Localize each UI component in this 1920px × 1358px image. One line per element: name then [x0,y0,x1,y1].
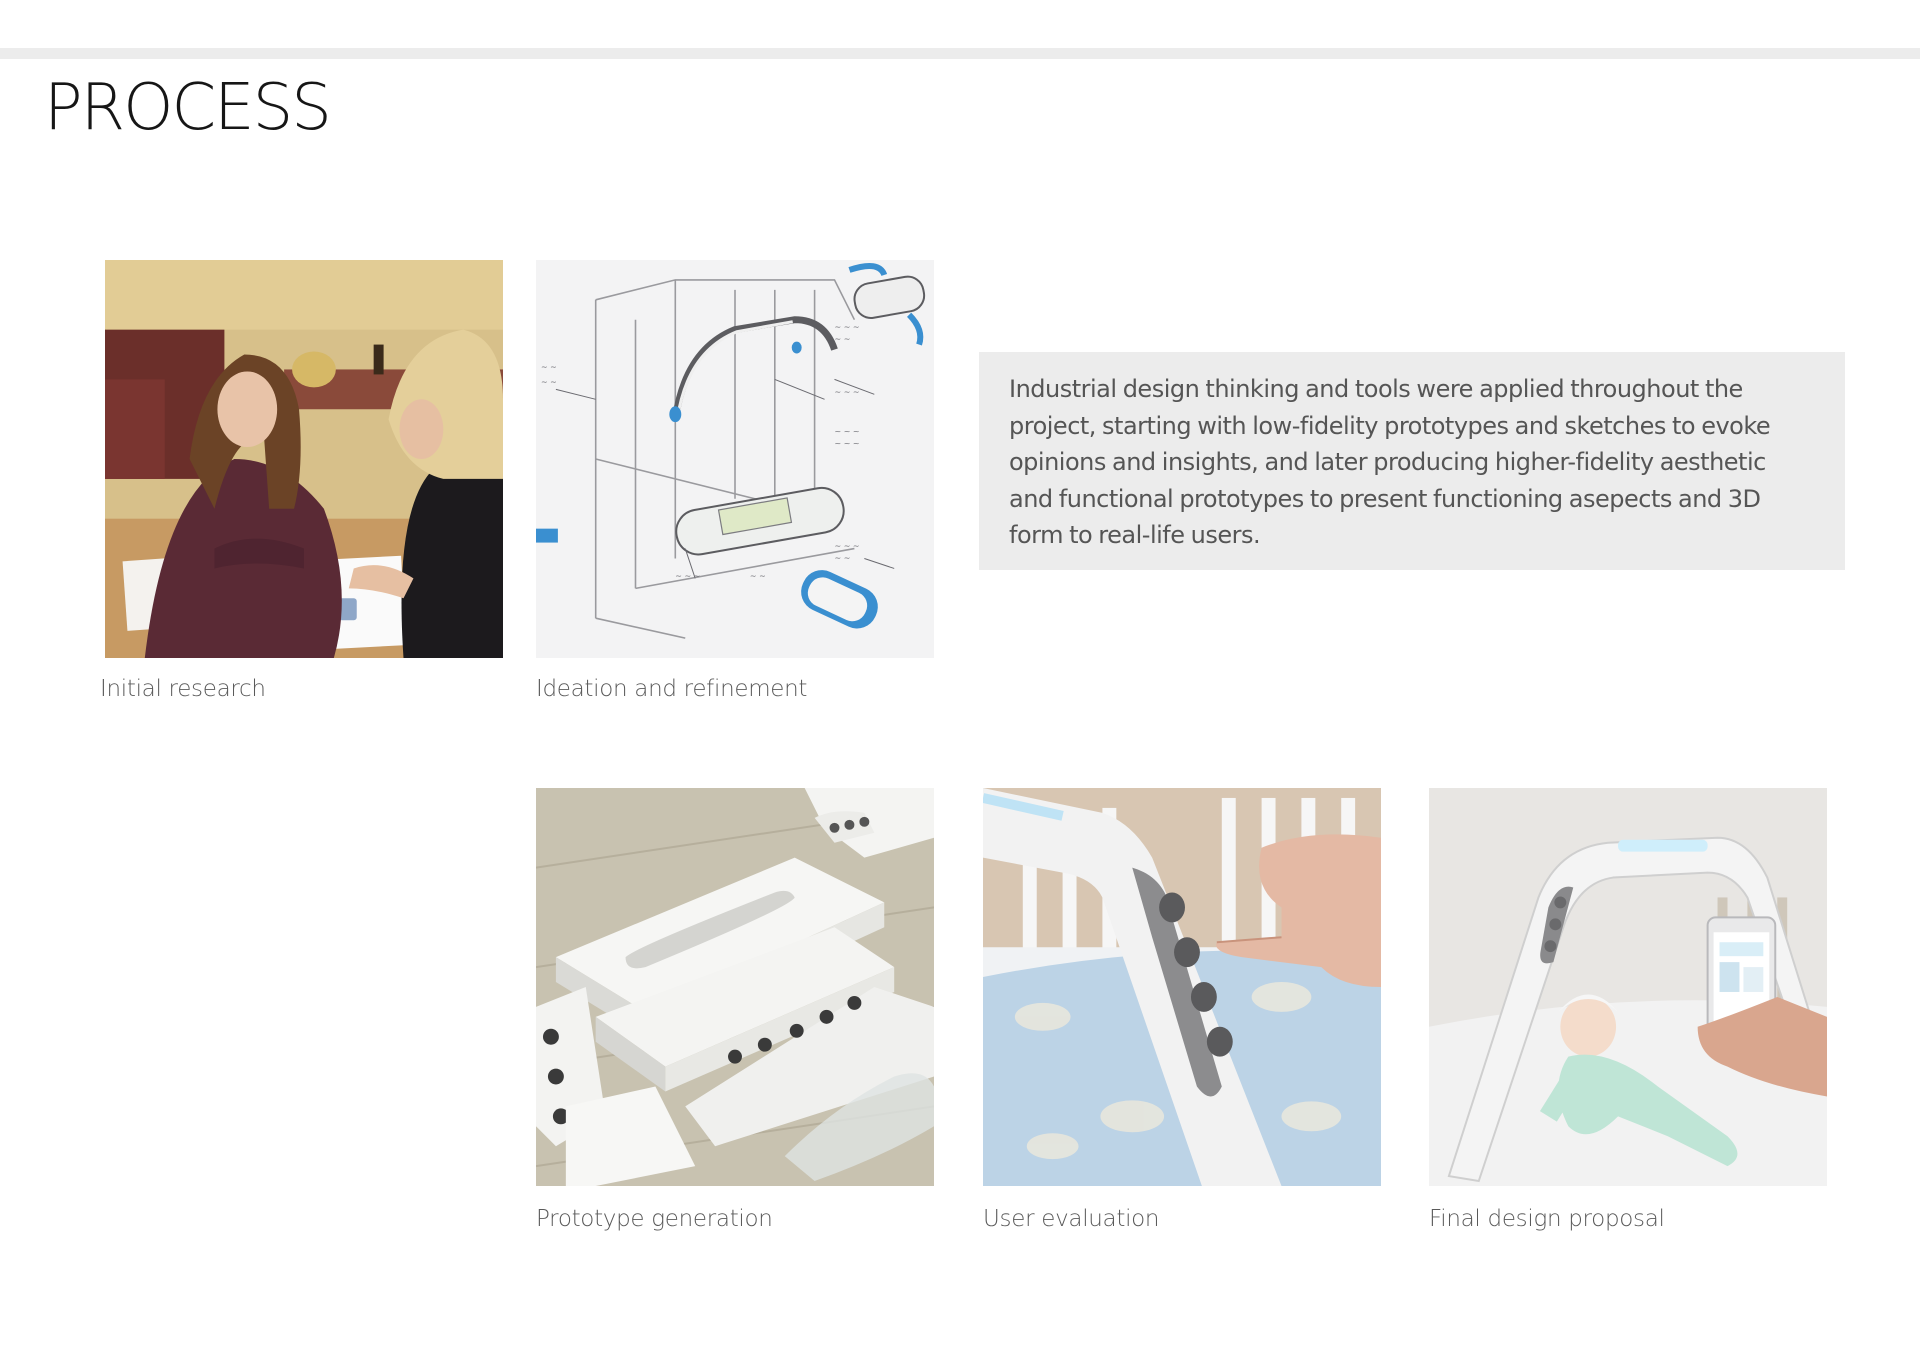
svg-text:~ ~: ~ ~ [541,377,557,386]
svg-text:~ ~ ~: ~ ~ ~ [835,542,860,551]
photo-final-design-proposal [1429,788,1827,1186]
svg-text:~ ~ ~: ~ ~ ~ [675,571,700,580]
svg-text:~ ~ ~: ~ ~ ~ [835,323,860,332]
photo-initial-research [105,260,503,658]
svg-text:~ ~ ~: ~ ~ ~ [835,439,860,448]
svg-text:~ ~ ~: ~ ~ ~ [835,387,860,396]
svg-text:~ ~: ~ ~ [750,571,766,580]
caption-final-design-proposal: Final design proposal [1429,1206,1665,1232]
svg-text:~ ~: ~ ~ [541,362,557,371]
svg-text:~ ~: ~ ~ [835,335,851,344]
photo-prototype-generation [536,788,934,1186]
top-divider [0,48,1920,59]
description-panel: Industrial design thinking and tools wer… [979,352,1845,570]
caption-ideation-and-refinement: Ideation and refinement [536,676,808,702]
description-text: Industrial design thinking and tools wer… [1009,375,1771,549]
page-title: PROCESS [44,71,332,145]
caption-user-evaluation: User evaluation [983,1206,1160,1232]
svg-text:~ ~ ~: ~ ~ ~ [835,427,860,436]
caption-initial-research: Initial research [100,676,266,702]
svg-text:~ ~: ~ ~ [835,553,851,562]
photo-ideation-sketch: ~ ~ ~ ~ ~ ~ ~ ~ ~ ~ ~ ~ ~ ~ ~ ~ ~ ~ ~ ~ ~ ~… [536,260,934,658]
photo-user-evaluation [983,788,1381,1186]
caption-prototype-generation: Prototype generation [536,1206,773,1232]
